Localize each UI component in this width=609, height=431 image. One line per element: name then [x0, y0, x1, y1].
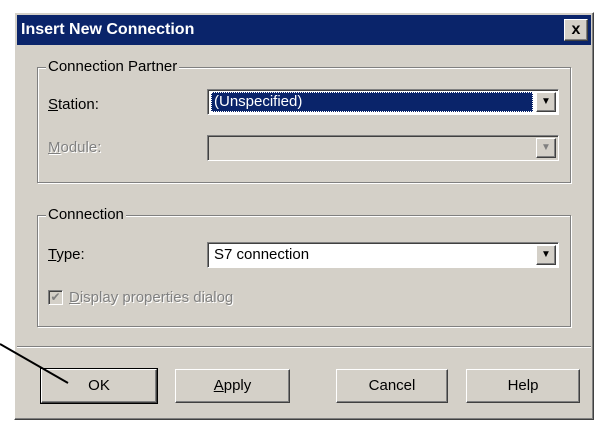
- display-properties-label-rest: isplay properties dialog: [79, 289, 234, 306]
- type-value: S7 connection: [214, 246, 310, 263]
- type-combobox[interactable]: S7 connection ▼: [207, 242, 559, 268]
- chevron-down-icon[interactable]: ▼: [536, 245, 556, 265]
- station-label-access-key: S: [48, 96, 59, 113]
- close-button[interactable]: x: [564, 19, 588, 41]
- type-label: Type:: [48, 246, 85, 264]
- station-value: (Unspecified): [211, 92, 533, 112]
- connection-partner-group: Connection Partner: [37, 58, 571, 183]
- cancel-button-label: Cancel: [368, 377, 416, 394]
- help-button[interactable]: Help: [466, 369, 580, 403]
- chevron-down-icon: ▼: [536, 138, 556, 158]
- module-combobox: ▼: [207, 135, 559, 161]
- type-label-rest: ype:: [56, 246, 85, 263]
- title-bar[interactable]: Insert New Connection x: [17, 15, 591, 45]
- apply-label-rest: pply: [223, 377, 252, 394]
- station-label: Station:: [48, 96, 99, 114]
- apply-button-label: Apply: [214, 377, 252, 394]
- checkmark-icon: ✔: [50, 290, 61, 304]
- connection-group-title: Connection: [46, 206, 126, 224]
- help-button-label: Help: [507, 377, 539, 394]
- module-label-rest: odule:: [60, 139, 102, 156]
- insert-new-connection-dialog: Insert New Connection x Connection Partn…: [14, 12, 594, 420]
- module-value: [211, 138, 533, 158]
- display-properties-checkbox: ✔: [48, 290, 63, 305]
- chevron-down-icon[interactable]: ▼: [536, 92, 556, 112]
- ok-button[interactable]: OK: [40, 368, 158, 404]
- connection-partner-group-title: Connection Partner: [46, 58, 180, 76]
- close-icon: x: [571, 21, 581, 38]
- display-properties-access-key: D: [69, 289, 80, 306]
- module-label: Module:: [48, 139, 101, 157]
- module-label-access-key: M: [48, 139, 61, 156]
- apply-access-key: A: [213, 377, 224, 394]
- dialog-title: Insert New Connection: [21, 21, 195, 38]
- connection-group: Connection: [37, 206, 571, 327]
- ok-button-label: OK: [88, 377, 110, 394]
- cancel-button[interactable]: Cancel: [336, 369, 448, 403]
- station-combobox[interactable]: (Unspecified) ▼: [207, 89, 559, 115]
- station-label-rest: tation:: [58, 96, 99, 113]
- apply-button[interactable]: Apply: [175, 369, 290, 403]
- button-separator: [17, 346, 591, 348]
- display-properties-label: Display properties dialog: [69, 289, 233, 307]
